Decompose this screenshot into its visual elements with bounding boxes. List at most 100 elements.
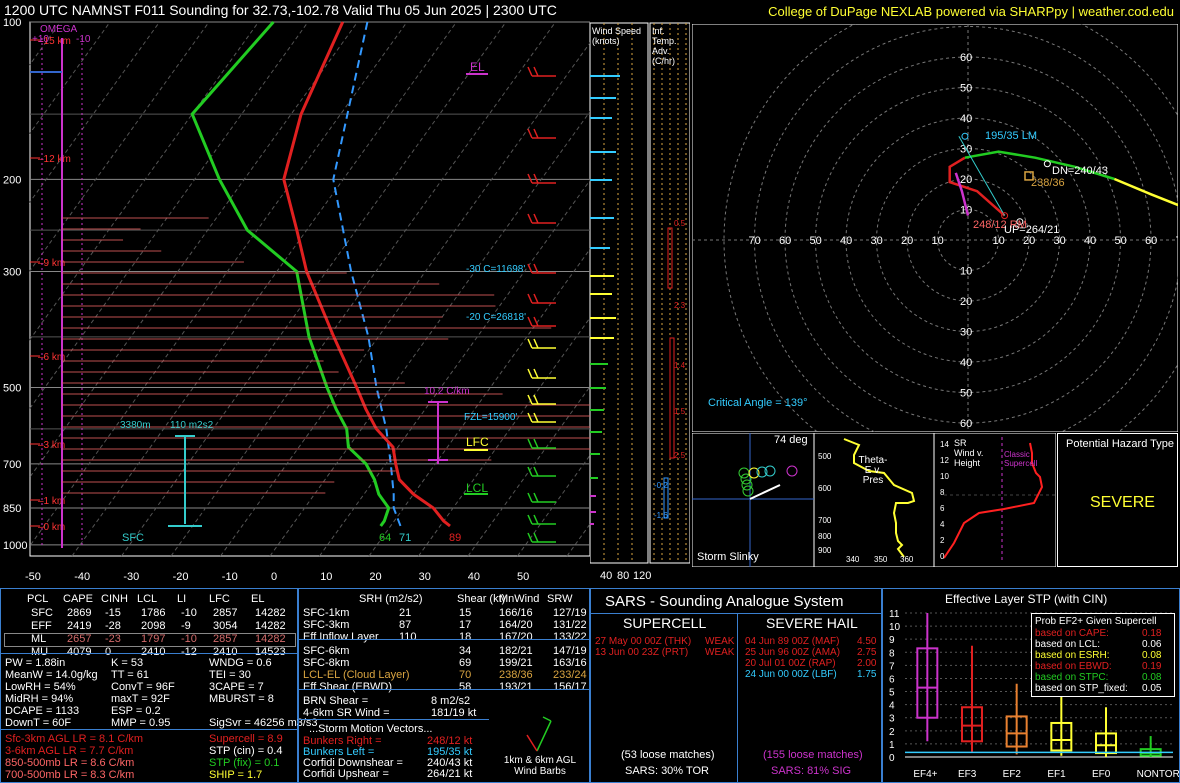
hodo-y-tick: 10 (960, 266, 972, 278)
ws-tick-80: 80 (617, 570, 630, 582)
stp-prob-value: 0.18 (1142, 628, 1162, 639)
hodo-y-tick: 20 (960, 174, 972, 186)
srwind-title: SR Wind v. Height (954, 438, 984, 468)
sars-title: SARS - Sounding Analogue System (605, 593, 844, 610)
kin-label: Eff Inflow Layer (303, 631, 379, 643)
stp-prob-title: Prob EF2+ Given Supercell (1035, 616, 1157, 627)
storm-slinky-panel (692, 433, 814, 567)
parcel-cell: 2098 (141, 620, 166, 632)
temp-tick: 30 (419, 571, 431, 583)
minus30-label: -30 C=11698' (466, 264, 525, 275)
stp-category: EF1 (1047, 769, 1066, 780)
thetae-panel (814, 433, 934, 567)
stp-panel: Effective Layer STP (with CIN) 11 10 9 8 7 6 5… (882, 588, 1180, 783)
td-sfc-label: 64 (379, 532, 391, 544)
parcel-cell: -10 (181, 607, 197, 619)
stp-y-tick: 3 (889, 714, 895, 725)
thetae-title: Theta-E v. Pres (858, 455, 888, 486)
sars-hail-title: SEVERE HAIL (766, 615, 858, 631)
stp-y-tick: 8 (889, 648, 895, 659)
stp-y-tick: 5 (889, 688, 895, 699)
hodo-x-tick: 60 (1145, 235, 1157, 247)
hazard-title: Potential Hazard Type (1066, 438, 1175, 450)
stp-prob-label: based on STP_fixed: (1035, 683, 1128, 694)
parcel-header: CINH (101, 593, 128, 605)
stp-prob-value: 0.08 (1142, 650, 1162, 661)
lapse-rate: 700-500mb LR = 8.3 C/km (5, 769, 135, 781)
hodo-y-tick: 30 (960, 327, 972, 339)
hodo-y-tick: 60 (960, 418, 972, 430)
kin-label: Eff Shear (EBWD) (303, 681, 393, 693)
sars-supercell-title: SUPERCELL (623, 615, 707, 631)
kin-header: MnWind (499, 593, 540, 605)
parcel-cell: -28 (105, 620, 121, 632)
srwind-h-tick: 0 (940, 552, 945, 561)
hodo-x-tick: 60 (779, 235, 791, 247)
inf-temp-value: -0.2 (654, 481, 668, 490)
stp-prob-label: based on ESRH: (1035, 650, 1110, 661)
srwind-h-tick: 14 (940, 440, 949, 449)
inf-temp-value: -1.6 (654, 511, 668, 520)
sars-hail-loose: (155 loose matches) (763, 749, 863, 761)
stp-category: EF2 (1003, 769, 1022, 780)
hodo-x-tick: 20 (901, 235, 913, 247)
parcel-cell: 1786 (141, 607, 166, 619)
parcel-cell: -10 (181, 633, 197, 645)
eff-srh-label: 110 m2s2 (170, 420, 214, 431)
sars-hail-prob: SARS: 81% SIG (771, 765, 852, 777)
inf-temp-value: 2.3 (674, 301, 686, 310)
thetae-p-700: 700 (818, 516, 832, 525)
pressure-tick: 100 (3, 18, 21, 29)
lfc-label: LFC (466, 435, 489, 449)
divider (299, 689, 589, 690)
stp-category: EF3 (958, 769, 977, 780)
stp-prob-value: 0.05 (1142, 683, 1162, 694)
stp-y-tick: 6 (889, 674, 895, 685)
skewt-panel: 100 200 300 500 700 850 1000 -50 -40 -30 -20 -10 0 10… (0, 18, 590, 586)
wind-speed-strip: 0.5 2.3 1.4 1.5 2.5 -0.2 -1.6 (590, 22, 690, 564)
stp-y-tick: 2 (889, 727, 895, 738)
divider (591, 613, 881, 614)
sfc-label: SFC (122, 532, 144, 544)
divider (1, 729, 297, 730)
ws-tick-40: 40 (600, 570, 613, 582)
omega-tick: +10 (32, 34, 49, 45)
pressure-tick: 850 (3, 503, 21, 515)
temp-tick: 20 (369, 571, 381, 583)
kin-header: SRH (m2/s2) (359, 593, 423, 605)
thetae-x-350: 350 (874, 555, 888, 564)
parcel-header: LI (177, 593, 187, 605)
stp-y-tick: 9 (889, 635, 895, 646)
stp-prob-label: based on EBWD: (1035, 661, 1112, 672)
stp-y-tick: 1 (889, 740, 895, 751)
hodo-up-label: UP=264/21 (1004, 224, 1060, 236)
thetae-x-340: 340 (846, 555, 860, 564)
sars-panel: SARS - Sounding Analogue System SUPERCEL… (590, 588, 882, 783)
kin-mnwind: 193/21 (499, 681, 533, 693)
minus20-label: -20 C=26818' (466, 312, 526, 323)
pressure-tick: 700 (3, 459, 21, 471)
hodo-x-tick: 40 (1084, 235, 1096, 247)
parcel-header: LFC (209, 593, 230, 605)
stp-prob-value: 0.08 (1142, 672, 1162, 683)
t-sfc-label: 89 (449, 532, 461, 544)
thetae-p-900: 900 (818, 546, 832, 555)
hodo-mean-label: 238/36 (1031, 177, 1065, 189)
temp-tick: -50 (25, 571, 41, 583)
lcl-label: LCL (466, 481, 488, 495)
stp-y-tick: 0 (889, 753, 895, 764)
divider (299, 639, 589, 640)
hazard-value: SEVERE (1090, 494, 1155, 511)
hodo-x-tick: 70 (749, 235, 761, 247)
temp-tick: 10 (320, 571, 332, 583)
wind-speed-header: Wind Speed (knots) (592, 26, 642, 46)
storm-label: Corfidi Upshear = (303, 768, 389, 780)
inf-temp-value: 2.5 (674, 451, 686, 460)
stp-y-tick: 7 (889, 661, 895, 672)
temp-tick: 50 (517, 571, 529, 583)
fzl-label: FZL=15900' (464, 412, 517, 423)
kin-srh: 110 (399, 631, 417, 643)
credit-text: College of DuPage NEXLAB powered via SHA… (768, 4, 1174, 19)
hodo-y-tick: 50 (960, 388, 972, 400)
stp-prob-label: based on CAPE: (1035, 628, 1109, 639)
